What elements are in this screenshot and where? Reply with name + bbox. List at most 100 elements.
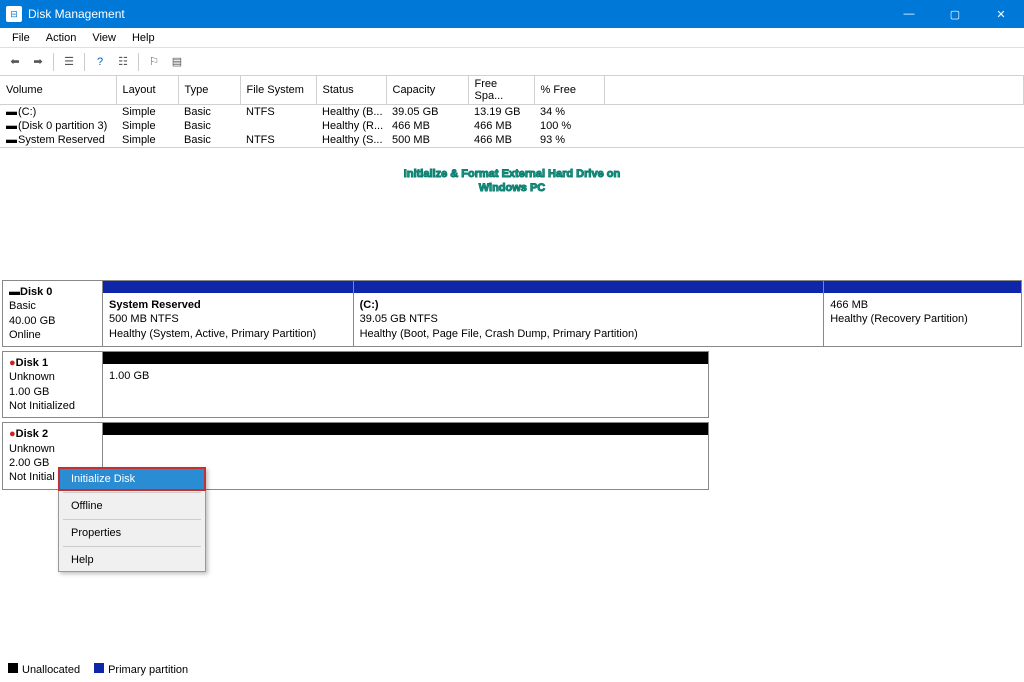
volume-fs: NTFS <box>240 105 316 120</box>
volume-status: Healthy (R... <box>316 119 386 133</box>
menu-item-initialize-disk[interactable]: Initialize Disk <box>59 468 205 490</box>
menu-separator <box>63 546 201 547</box>
volume-row[interactable]: ▬(C:)SimpleBasicNTFSHealthy (B...39.05 G… <box>0 105 1024 120</box>
list-button[interactable]: ▤ <box>166 51 188 73</box>
disk-partitions: System Reserved500 MB NTFSHealthy (Syste… <box>103 281 1021 346</box>
volume-free: 466 MB <box>468 119 534 133</box>
partition-title: (C:) <box>360 298 818 312</box>
volume-capacity: 466 MB <box>386 119 468 133</box>
volume-layout: Simple <box>116 105 178 120</box>
menubar: File Action View Help <box>0 28 1024 48</box>
caption-line1: Initialize & Format External Hard Drive … <box>0 168 1024 182</box>
partition[interactable]: (C:)39.05 GB NTFSHealthy (Boot, Page Fil… <box>354 281 825 346</box>
volume-name: System Reserved <box>18 134 105 146</box>
volume-icon: ▬ <box>6 120 16 132</box>
show-hide-button[interactable]: ☰ <box>58 51 80 73</box>
col-freespace[interactable]: Free Spa... <box>468 76 534 105</box>
maximize-button[interactable]: ▢ <box>932 0 978 28</box>
disk-icon: ▬ <box>9 286 20 298</box>
legend: Unallocated Primary partition <box>8 663 188 676</box>
volume-row[interactable]: ▬(Disk 0 partition 3)SimpleBasicHealthy … <box>0 119 1024 133</box>
minimize-button[interactable]: — <box>886 0 932 28</box>
disk-type: Unknown <box>9 442 96 456</box>
menu-view[interactable]: View <box>84 30 124 46</box>
menu-item-offline[interactable]: Offline <box>59 495 205 517</box>
col-pctfree[interactable]: % Free <box>534 76 604 105</box>
caption-line2: Windows PC <box>0 182 1024 196</box>
volume-headers: Volume Layout Type File System Status Ca… <box>0 76 1024 105</box>
volume-name: (C:) <box>18 106 36 118</box>
partition[interactable]: 1.00 GB <box>103 352 708 417</box>
window-title: Disk Management <box>28 7 886 21</box>
disk-size: 1.00 GB <box>9 385 96 399</box>
disk-error-icon: ● <box>9 428 16 440</box>
menu-action[interactable]: Action <box>38 30 85 46</box>
volume-icon: ▬ <box>6 134 16 146</box>
col-spacer <box>604 76 1024 105</box>
volume-fs <box>240 119 316 133</box>
legend-unallocated: Unallocated <box>8 663 80 676</box>
swatch-primary-icon <box>94 663 104 673</box>
disk-name: Disk 0 <box>20 286 52 298</box>
partition-size: 466 MB <box>830 298 1015 312</box>
partition[interactable]: System Reserved500 MB NTFSHealthy (Syste… <box>103 281 354 346</box>
partition-bar <box>103 423 708 435</box>
forward-button[interactable]: ➡ <box>27 51 49 73</box>
settings-button[interactable]: ☷ <box>112 51 134 73</box>
disk-state: Online <box>9 328 96 342</box>
volume-list: Volume Layout Type File System Status Ca… <box>0 76 1024 148</box>
action-button[interactable]: ⚐ <box>143 51 165 73</box>
disk-type: Unknown <box>9 370 96 384</box>
partition-bar <box>103 281 353 293</box>
col-filesystem[interactable]: File System <box>240 76 316 105</box>
disk-label: ▬Disk 0Basic40.00 GBOnline <box>3 281 103 346</box>
menu-separator <box>63 492 201 493</box>
menu-separator <box>63 519 201 520</box>
volume-capacity: 39.05 GB <box>386 105 468 120</box>
app-icon: ⊟ <box>6 6 22 22</box>
volume-fs: NTFS <box>240 133 316 147</box>
volume-icon: ▬ <box>6 106 16 118</box>
partition-bar <box>354 281 824 293</box>
partition-size: 500 MB NTFS <box>109 312 347 326</box>
back-button[interactable]: ⬅ <box>4 51 26 73</box>
legend-primary: Primary partition <box>94 663 188 676</box>
disk-row[interactable]: ▬Disk 0Basic40.00 GBOnlineSystem Reserve… <box>2 280 1022 347</box>
col-volume[interactable]: Volume <box>0 76 116 105</box>
toolbar: ⬅ ➡ ☰ ? ☷ ⚐ ▤ <box>0 48 1024 76</box>
disk-label: ●Disk 1Unknown1.00 GBNot Initialized <box>3 352 103 417</box>
menu-item-help[interactable]: Help <box>59 549 205 571</box>
volume-pct: 93 % <box>534 133 604 147</box>
help-button[interactable]: ? <box>89 51 111 73</box>
annotation-caption: Initialize & Format External Hard Drive … <box>0 168 1024 196</box>
col-status[interactable]: Status <box>316 76 386 105</box>
menu-item-properties[interactable]: Properties <box>59 522 205 544</box>
disk-name: Disk 1 <box>16 357 48 369</box>
col-layout[interactable]: Layout <box>116 76 178 105</box>
disk-row[interactable]: ●Disk 1Unknown1.00 GBNot Initialized1.00… <box>2 351 709 418</box>
swatch-unallocated-icon <box>8 663 18 673</box>
col-type[interactable]: Type <box>178 76 240 105</box>
volume-free: 466 MB <box>468 133 534 147</box>
partition-status: Healthy (Boot, Page File, Crash Dump, Pr… <box>360 327 818 341</box>
partition-size: 39.05 GB NTFS <box>360 312 818 326</box>
disk-state: Not Initialized <box>9 399 96 413</box>
volume-row[interactable]: ▬System ReservedSimpleBasicNTFSHealthy (… <box>0 133 1024 147</box>
menu-help[interactable]: Help <box>124 30 163 46</box>
partition-size: 1.00 GB <box>109 369 702 383</box>
col-capacity[interactable]: Capacity <box>386 76 468 105</box>
menu-file[interactable]: File <box>4 30 38 46</box>
titlebar: ⊟ Disk Management — ▢ ✕ <box>0 0 1024 28</box>
volume-type: Basic <box>178 105 240 120</box>
volume-pct: 100 % <box>534 119 604 133</box>
volume-name: (Disk 0 partition 3) <box>18 120 107 132</box>
volume-type: Basic <box>178 119 240 133</box>
volume-type: Basic <box>178 133 240 147</box>
partition-status: Healthy (System, Active, Primary Partiti… <box>109 327 347 341</box>
toolbar-separator <box>53 53 54 71</box>
volume-layout: Simple <box>116 133 178 147</box>
partition[interactable]: 466 MBHealthy (Recovery Partition) <box>824 281 1021 346</box>
close-button[interactable]: ✕ <box>978 0 1024 28</box>
volume-free: 13.19 GB <box>468 105 534 120</box>
partition-title: System Reserved <box>109 298 347 312</box>
